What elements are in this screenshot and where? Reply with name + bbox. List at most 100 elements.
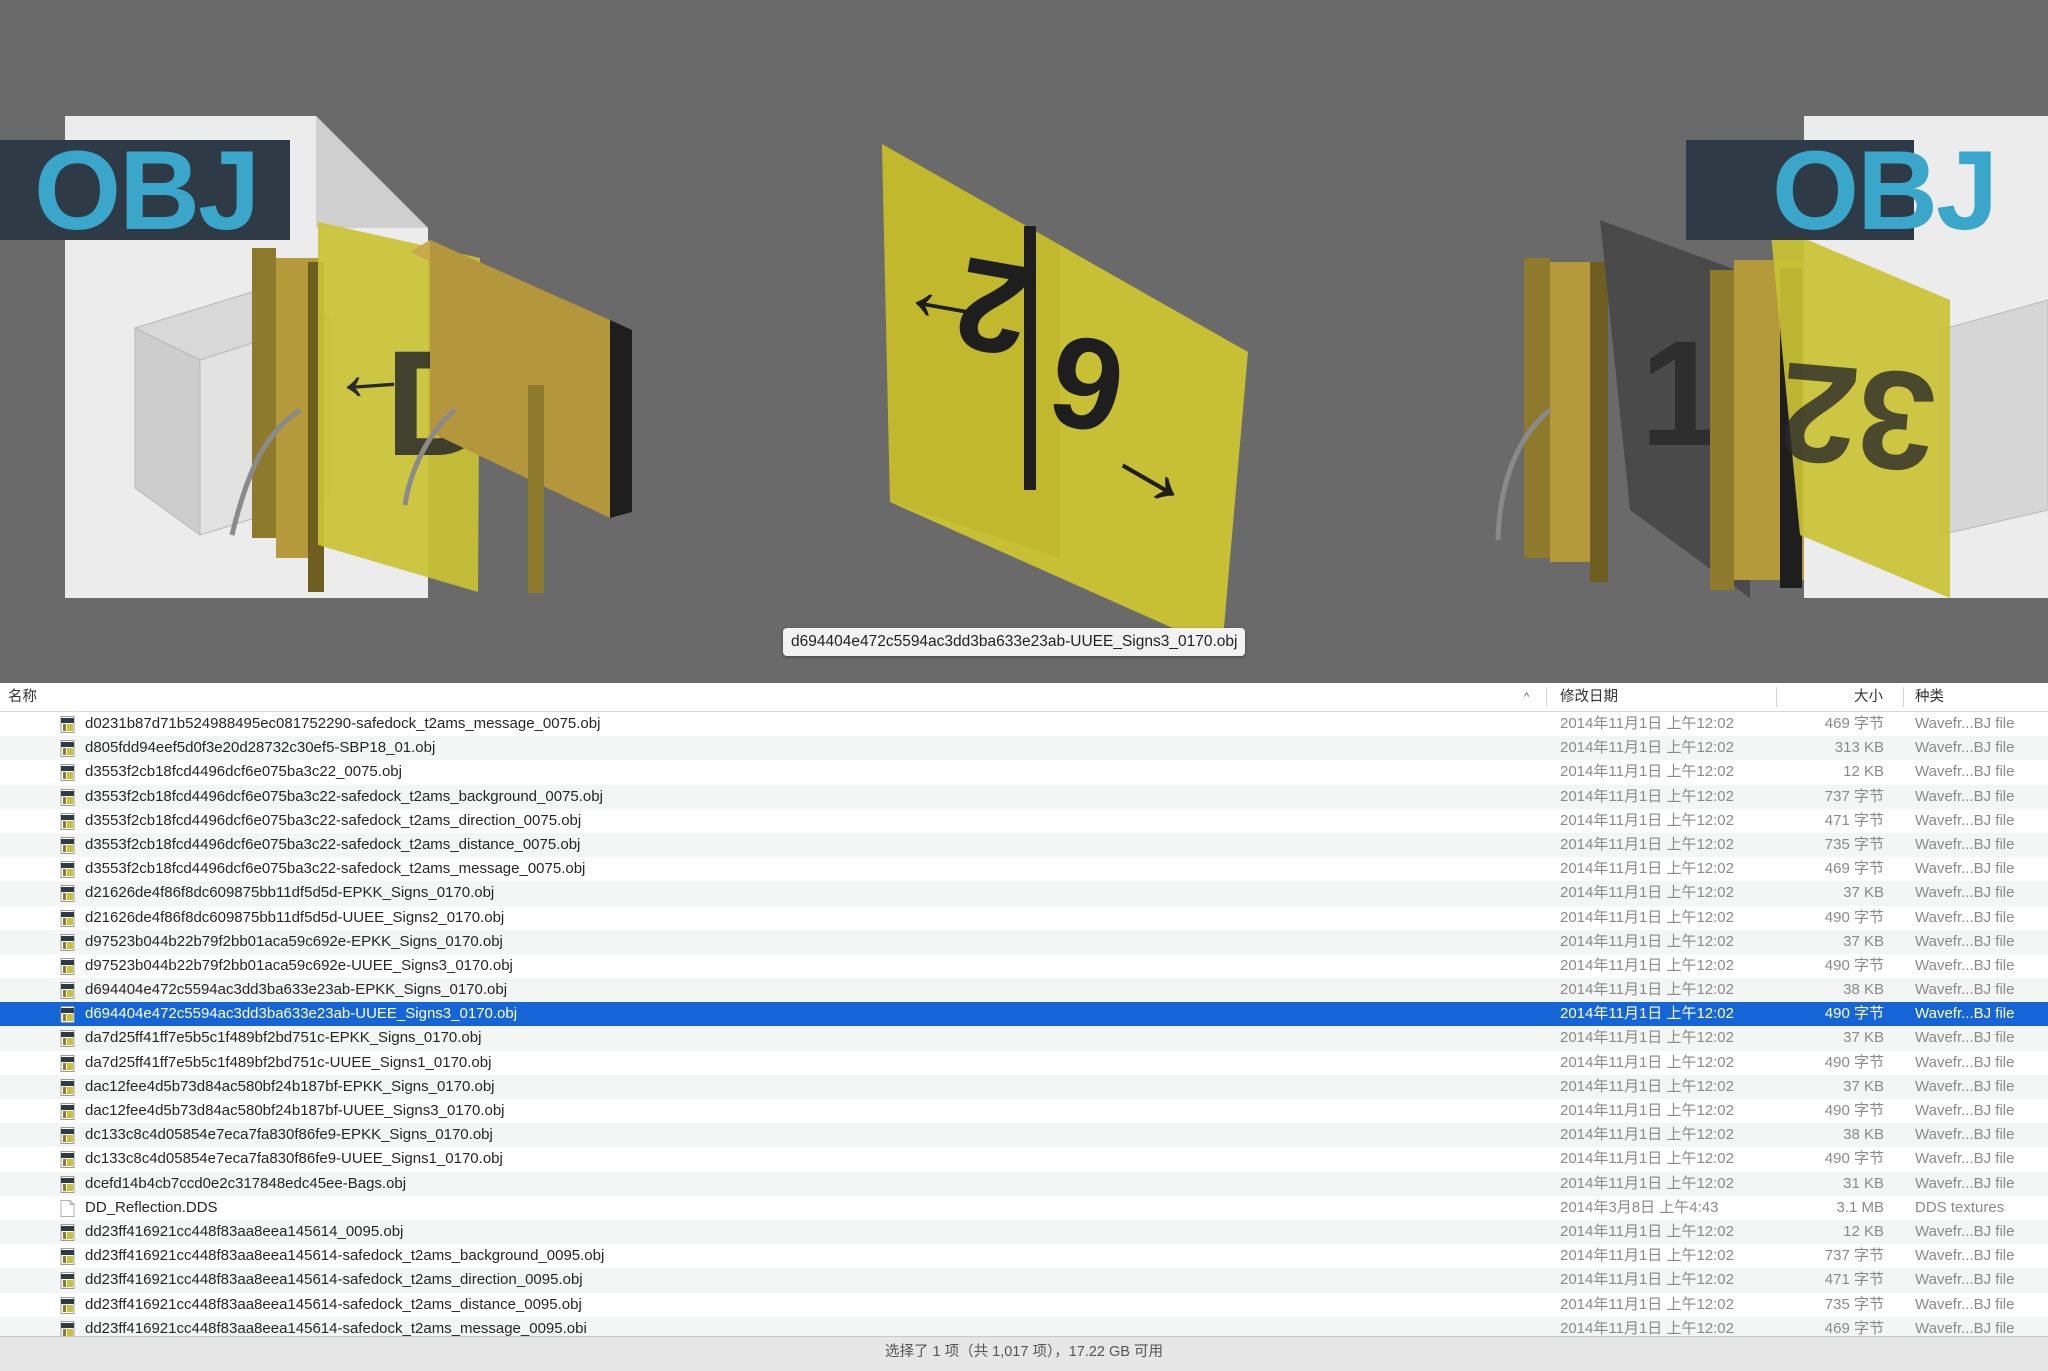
file-kind: Wavefr...BJ file — [1915, 860, 2015, 878]
file-row[interactable]: dd23ff416921cc448f83aa8eea145614_0095.ob… — [0, 1219, 2048, 1245]
right-obj-thumbnail[interactable]: 1 32 OBJ — [1480, 0, 2048, 620]
file-list[interactable]: 名称 ^ 修改日期 大小 种类 d0231b87d71b524988495ec0… — [0, 683, 2048, 1336]
file-modified-date: 2014年11月1日 上午12:02 — [1560, 1247, 1734, 1265]
obj-file-icon[interactable] — [60, 957, 76, 975]
file-modified-date: 2014年11月1日 上午12:02 — [1560, 1102, 1734, 1119]
obj-file-icon[interactable] — [60, 812, 76, 830]
obj-file-icon[interactable] — [60, 1223, 76, 1241]
file-name: d21626de4f86f8dc609875bb11df5d5d-EPKK_Si… — [85, 884, 495, 902]
svg-text:32: 32 — [1773, 332, 1942, 502]
file-row[interactable]: d694404e472c5594ac3dd3ba633e23ab-EPKK_Si… — [0, 978, 2048, 1003]
file-row[interactable]: dac12fee4d5b73d84ac580bf24b187bf-UUEE_Si… — [0, 1099, 2048, 1124]
file-size: 313 KB — [1834, 739, 1884, 757]
column-divider[interactable] — [1776, 687, 1777, 707]
file-row[interactable]: d97523b044b22b79f2bb01aca59c692e-UUEE_Si… — [0, 953, 2048, 979]
file-row[interactable]: dd23ff416921cc448f83aa8eea145614-safedoc… — [0, 1316, 2048, 1336]
obj-file-icon[interactable] — [60, 1054, 76, 1072]
file-row[interactable]: d805fdd94eef5d0f3e20d28732c30ef5-SBP18_0… — [0, 736, 2048, 761]
left-obj-thumbnail[interactable]: ← D OBJ — [0, 0, 640, 620]
obj-file-icon[interactable] — [60, 764, 76, 782]
file-kind: Wavefr...BJ file — [1915, 1295, 2015, 1313]
file-kind: Wavefr...BJ file — [1915, 1126, 2015, 1144]
file-size: 735 字节 — [1824, 835, 1884, 853]
file-row[interactable]: dd23ff416921cc448f83aa8eea145614-safedoc… — [0, 1268, 2048, 1293]
file-size: 490 字节 — [1824, 1150, 1884, 1168]
file-row[interactable]: dd23ff416921cc448f83aa8eea145614-safedoc… — [0, 1292, 2048, 1317]
file-modified-date: 2014年11月1日 上午12:02 — [1560, 1077, 1734, 1095]
obj-file-icon[interactable] — [60, 982, 76, 1000]
file-size: 12 KB — [1843, 763, 1884, 781]
file-size: 31 KB — [1843, 1174, 1884, 1192]
file-modified-date: 2014年11月1日 上午12:02 — [1560, 763, 1734, 781]
sort-ascending-icon[interactable]: ^ — [1524, 683, 1529, 711]
file-name: d694404e472c5594ac3dd3ba633e23ab-UUEE_Si… — [85, 1005, 518, 1023]
file-row[interactable]: dcefd14b4cb7ccd0e2c317848edc45ee-Bags.ob… — [0, 1171, 2048, 1196]
file-row[interactable]: d3553f2cb18fcd4496dcf6e075ba3c22_0075.ob… — [0, 760, 2048, 785]
file-row[interactable]: d0231b87d71b524988495ec081752290-safedoc… — [0, 712, 2048, 737]
file-name: d3553f2cb18fcd4496dcf6e075ba3c22-safedoc… — [85, 835, 581, 853]
column-divider[interactable] — [1546, 687, 1547, 707]
file-row[interactable]: d3553f2cb18fcd4496dcf6e075ba3c22-safedoc… — [0, 784, 2048, 809]
file-row[interactable]: d97523b044b22b79f2bb01aca59c692e-EPKK_Si… — [0, 929, 2048, 954]
obj-file-icon[interactable] — [60, 788, 76, 806]
cover-flow-preview[interactable]: ← D OBJ ← 2 6 → — [0, 0, 2048, 683]
file-size: 490 字节 — [1824, 1102, 1884, 1119]
blank-file-icon[interactable] — [60, 1199, 76, 1217]
obj-file-icon[interactable] — [60, 1127, 76, 1145]
file-row[interactable]: d3553f2cb18fcd4496dcf6e075ba3c22-safedoc… — [0, 857, 2048, 882]
file-row[interactable]: dac12fee4d5b73d84ac580bf24b187bf-EPKK_Si… — [0, 1074, 2048, 1099]
file-row[interactable]: d21626de4f86f8dc609875bb11df5d5d-EPKK_Si… — [0, 881, 2048, 906]
obj-file-icon[interactable] — [60, 933, 76, 951]
obj-file-icon[interactable] — [60, 1175, 76, 1193]
file-name: dd23ff416921cc448f83aa8eea145614-safedoc… — [85, 1247, 605, 1265]
file-row[interactable]: dc133c8c4d05854e7eca7fa830f86fe9-EPKK_Si… — [0, 1123, 2048, 1148]
obj-file-icon[interactable] — [60, 1006, 76, 1024]
obj-file-icon[interactable] — [60, 885, 76, 903]
file-modified-date: 2014年11月1日 上午12:02 — [1560, 932, 1734, 950]
obj-file-icon[interactable] — [60, 1030, 76, 1048]
file-modified-date: 2014年11月1日 上午12:02 — [1560, 1053, 1734, 1071]
obj-file-icon[interactable] — [60, 1296, 76, 1314]
obj-file-icon[interactable] — [60, 1272, 76, 1290]
file-kind: Wavefr...BJ file — [1915, 981, 2015, 999]
file-modified-date: 2014年11月1日 上午12:02 — [1560, 860, 1734, 878]
file-kind: Wavefr...BJ file — [1915, 1247, 2015, 1265]
file-kind: Wavefr...BJ file — [1915, 763, 2015, 781]
file-size: 37 KB — [1843, 1077, 1884, 1095]
file-row[interactable]: DD_Reflection.DDS 2014年3月8日 上午4:43 3.1 MB D… — [0, 1195, 2048, 1220]
column-kind[interactable]: 种类 — [1915, 683, 1944, 711]
file-modified-date: 2014年11月1日 上午12:02 — [1560, 981, 1734, 999]
column-size[interactable]: 大小 — [1854, 683, 1883, 711]
obj-file-icon[interactable] — [60, 1078, 76, 1096]
column-divider[interactable] — [1903, 687, 1904, 707]
obj-file-icon[interactable] — [60, 1103, 76, 1120]
column-date[interactable]: 修改日期 — [1560, 683, 1618, 711]
file-row[interactable]: d694404e472c5594ac3dd3ba633e23ab-UUEE_Si… — [0, 1002, 2048, 1027]
obj-file-icon[interactable] — [60, 1151, 76, 1169]
file-row[interactable]: da7d25ff41ff7e5b5c1f489bf2bd751c-UUEE_Si… — [0, 1050, 2048, 1075]
file-rows: d0231b87d71b524988495ec081752290-safedoc… — [0, 712, 2048, 1336]
obj-file-icon[interactable] — [60, 861, 76, 879]
file-modified-date: 2014年11月1日 上午12:02 — [1560, 835, 1734, 853]
file-name: dac12fee4d5b73d84ac580bf24b187bf-EPKK_Si… — [85, 1077, 495, 1095]
file-row[interactable]: dd23ff416921cc448f83aa8eea145614-safedoc… — [0, 1244, 2048, 1269]
file-name: DD_Reflection.DDS — [85, 1198, 218, 1216]
file-row[interactable]: dc133c8c4d05854e7eca7fa830f86fe9-UUEE_Si… — [0, 1147, 2048, 1172]
column-name[interactable]: 名称 — [8, 683, 37, 711]
right-sign-render: 1 32 — [1495, 116, 2048, 598]
obj-file-icon[interactable] — [60, 740, 76, 758]
obj-file-icon[interactable] — [60, 716, 76, 733]
file-row[interactable]: d21626de4f86f8dc609875bb11df5d5d-UUEE_Si… — [0, 905, 2048, 930]
file-name: dc133c8c4d05854e7eca7fa830f86fe9-EPKK_Si… — [85, 1126, 493, 1144]
file-name: d3553f2cb18fcd4496dcf6e075ba3c22_0075.ob… — [85, 763, 402, 781]
obj-file-icon[interactable] — [60, 909, 76, 927]
file-row[interactable]: d3553f2cb18fcd4496dcf6e075ba3c22-safedoc… — [0, 832, 2048, 858]
file-row[interactable]: da7d25ff41ff7e5b5c1f489bf2bd751c-EPKK_Si… — [0, 1026, 2048, 1051]
file-size: 469 字节 — [1824, 715, 1884, 732]
file-name: dd23ff416921cc448f83aa8eea145614-safedoc… — [85, 1271, 583, 1289]
obj-file-icon[interactable] — [60, 836, 76, 854]
center-sign-preview[interactable]: ← 2 6 → — [860, 130, 1260, 670]
obj-file-icon[interactable] — [60, 1320, 76, 1336]
obj-file-icon[interactable] — [60, 1248, 76, 1266]
file-row[interactable]: d3553f2cb18fcd4496dcf6e075ba3c22-safedoc… — [0, 808, 2048, 833]
